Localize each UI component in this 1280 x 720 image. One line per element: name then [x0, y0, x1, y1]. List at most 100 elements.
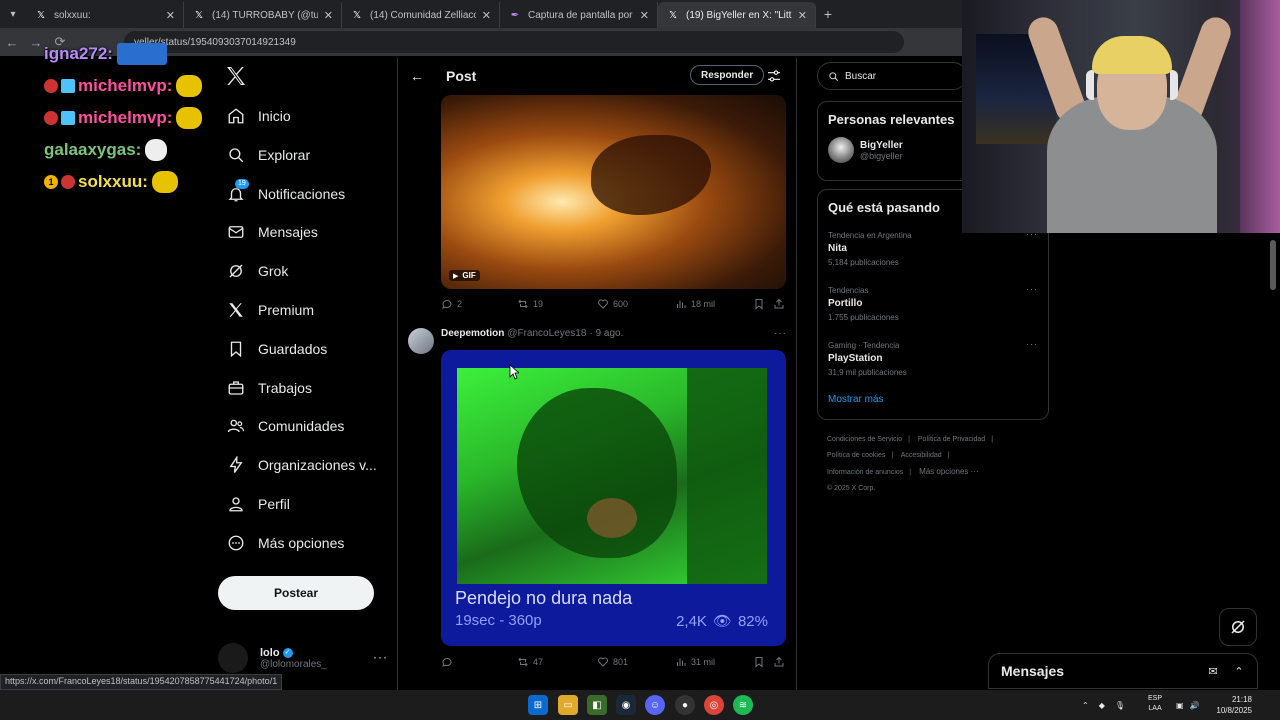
search-icon: [829, 71, 838, 81]
nav-item-trabajos[interactable]: Trabajos: [226, 373, 312, 403]
terms-link[interactable]: Condiciones de Servicio: [827, 436, 902, 443]
speaker-icon[interactable]: 🔊: [1190, 701, 1200, 710]
ads-info-link[interactable]: Información de anuncios: [827, 469, 903, 476]
share-action[interactable]: [773, 656, 789, 668]
chrome-icon[interactable]: ◎: [704, 695, 724, 715]
nav-item-mensajes[interactable]: Mensajes: [226, 217, 318, 247]
discord-icon[interactable]: ☺: [645, 695, 665, 715]
retweet-action[interactable]: 47: [517, 656, 543, 668]
more-horizontal-icon[interactable]: ···: [1026, 339, 1038, 349]
media-content: [591, 135, 711, 215]
obs-icon[interactable]: ●: [675, 695, 695, 715]
chevron-up-icon[interactable]: ⌃: [1231, 663, 1247, 679]
emote-icon: [145, 139, 168, 161]
nav-item-premium[interactable]: Premium: [226, 295, 314, 325]
like-action[interactable]: 600: [597, 298, 628, 310]
more-horizontal-icon[interactable]: ···: [373, 650, 388, 664]
trend-item[interactable]: Tendencias Portillo 1.755 publicaciones …: [818, 280, 1048, 335]
browser-tab-1[interactable]: 𝕏 solxxuu: ✕: [26, 2, 184, 28]
reply-action[interactable]: [441, 656, 457, 668]
start-icon[interactable]: ⊞: [528, 695, 548, 715]
tray-app-icon[interactable]: ◆: [1099, 701, 1105, 710]
views-action[interactable]: 18 mil: [675, 298, 715, 310]
scrollbar[interactable]: [1270, 240, 1276, 290]
back-icon[interactable]: ←: [0, 35, 24, 50]
nav-item-organizaciones[interactable]: Organizaciones v...: [226, 450, 377, 480]
bookmark-action[interactable]: [753, 298, 769, 310]
more-horizontal-icon[interactable]: ···: [1026, 284, 1038, 294]
sliders-icon[interactable]: [766, 68, 782, 84]
tweet-actions: 47 801 31 mil: [441, 654, 786, 670]
mouse-cursor-icon: [509, 364, 519, 380]
search-input[interactable]: [845, 70, 955, 82]
close-tab-icon[interactable]: ✕: [482, 9, 491, 22]
new-tab-icon[interactable]: +: [816, 6, 840, 22]
author-handle[interactable]: @FrancoLeyes18: [507, 328, 586, 339]
accessibility-link[interactable]: Accesibilidad: [901, 452, 942, 459]
close-tab-icon[interactable]: ✕: [640, 9, 649, 22]
more-horizontal-icon[interactable]: ···: [774, 328, 787, 339]
show-more-link[interactable]: Mostrar más: [818, 390, 1048, 417]
account-switcher[interactable]: lolo ✓ @lolomorales_ ···: [218, 640, 388, 676]
close-tab-icon[interactable]: ✕: [798, 9, 807, 22]
nav-item-guardados[interactable]: Guardados: [226, 334, 327, 364]
nav-item-grok[interactable]: Grok: [226, 256, 288, 286]
x-logo-icon: 𝕏: [36, 9, 46, 21]
tweet-time[interactable]: · 9 ago.: [589, 328, 623, 339]
nav-item-perfil[interactable]: Perfil: [226, 489, 290, 519]
nav-item-mas-opciones[interactable]: Más opciones: [226, 528, 344, 558]
steam-icon[interactable]: ◉: [616, 695, 636, 715]
messages-drawer[interactable]: Mensajes ✉ ⌃: [988, 653, 1258, 689]
browser-tab-5-active[interactable]: 𝕏 (19) BigYeller en X: "Little boog ✕: [658, 2, 816, 28]
views-action[interactable]: 31 mil: [675, 656, 715, 668]
bookmark-icon: [755, 299, 763, 310]
badge-icon: [61, 111, 75, 125]
browser-tab-2[interactable]: 𝕏 (14) TURROBABY (@turrobaby) ✕: [184, 2, 342, 28]
post-header: ← Post Responder: [398, 58, 796, 94]
trend-item[interactable]: Gaming · Tendencia PlayStation 31,9 mil …: [818, 335, 1048, 390]
network-icon[interactable]: ▣: [1176, 701, 1184, 710]
bookmark-action[interactable]: [753, 656, 769, 668]
trend-item[interactable]: Tendencia en Argentina Nita 5.184 public…: [818, 225, 1048, 280]
avatar[interactable]: [408, 328, 434, 354]
clock[interactable]: 21:18 10/8/2025: [1216, 694, 1252, 716]
chevron-up-icon[interactable]: ⌃: [1082, 701, 1089, 710]
tweet-gif-media[interactable]: ▶ GIF: [441, 95, 786, 289]
back-arrow-icon[interactable]: ←: [410, 68, 424, 84]
privacy-link[interactable]: Política de Privacidad: [918, 436, 985, 443]
nav-item-explorar[interactable]: Explorar: [226, 140, 310, 170]
browser-tab-3[interactable]: 𝕏 (14) Comunidad Zelliacos / X ✕: [342, 2, 500, 28]
nav-item-notificaciones[interactable]: 19 Notificaciones: [226, 179, 345, 209]
nav-item-comunidades[interactable]: Comunidades: [226, 411, 344, 441]
microphone-icon[interactable]: 🎙: [1115, 701, 1125, 710]
file-explorer-icon[interactable]: ▭: [558, 695, 578, 715]
close-tab-icon[interactable]: ✕: [324, 9, 333, 22]
more-options-link[interactable]: Más opciones ···: [919, 467, 979, 476]
tweet-author-line: Deepemotion @FrancoLeyes18 · 9 ago.: [441, 328, 623, 339]
app-icon[interactable]: ◧: [587, 695, 607, 715]
x-logo-icon[interactable]: [224, 64, 248, 88]
language-indicator[interactable]: ESP LAA: [1148, 694, 1162, 714]
url-field[interactable]: yeller/status/1954093037014921349: [124, 31, 904, 53]
post-button[interactable]: Postear: [218, 576, 374, 610]
tab-search-icon[interactable]: ▾: [0, 0, 26, 28]
close-tab-icon[interactable]: ✕: [166, 9, 175, 22]
new-message-icon[interactable]: ✉: [1205, 663, 1221, 679]
heart-icon: [598, 299, 608, 309]
retweet-action[interactable]: 19: [517, 298, 543, 310]
nav-item-inicio[interactable]: Inicio: [226, 101, 291, 131]
reply-button[interactable]: Responder: [690, 65, 765, 85]
share-action[interactable]: [773, 298, 789, 310]
spotify-icon[interactable]: ≋: [733, 695, 753, 715]
cookies-link[interactable]: Política de cookies: [827, 452, 885, 459]
grok-icon: [226, 261, 246, 281]
video-stats: 2,4K 👁 82%: [676, 612, 768, 631]
browser-tab-4[interactable]: ✒ Captura de pantalla por Lightshot ✕: [500, 2, 658, 28]
search-box[interactable]: [817, 62, 967, 90]
grok-button[interactable]: [1219, 608, 1257, 646]
like-action[interactable]: 801: [597, 656, 628, 668]
reply-action[interactable]: 2: [441, 298, 462, 310]
author-name[interactable]: Deepemotion: [441, 328, 504, 339]
search-icon: [226, 145, 246, 165]
tweet-photo-media[interactable]: Pendejo no dura nada 19sec - 360p 2,4K 👁…: [441, 350, 786, 646]
